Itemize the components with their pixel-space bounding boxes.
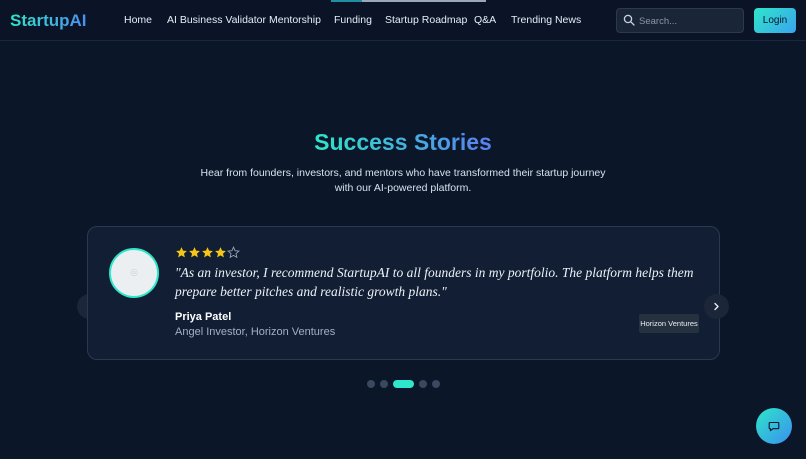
carousel-dot[interactable]: [367, 380, 375, 388]
chat-icon: [768, 421, 780, 432]
carousel-dot[interactable]: [432, 380, 440, 388]
carousel-next-button[interactable]: [704, 294, 729, 319]
nav-link-trending-news[interactable]: Trending News: [511, 14, 581, 26]
star-icon: [202, 247, 213, 258]
avatar-placeholder: ◎: [130, 267, 138, 277]
author-role: Angel Investor, Horizon Ventures: [175, 326, 336, 338]
brand-logo[interactable]: StartupAI: [10, 11, 87, 31]
nav-link-funding[interactable]: Funding: [334, 14, 372, 26]
carousel-dot[interactable]: [380, 380, 388, 388]
nav-link-startup-roadmap[interactable]: Startup Roadmap: [385, 14, 467, 26]
chat-button[interactable]: [756, 408, 792, 444]
nav-link-qa[interactable]: Q&A: [474, 14, 496, 26]
nav-progress-accent: [331, 0, 486, 2]
login-button[interactable]: Login: [754, 8, 796, 33]
section-subtitle: Hear from founders, investors, and mento…: [200, 167, 606, 194]
testimonial-card: ◎ "As an investor, I recommend StartupAI…: [87, 226, 720, 360]
company-badge: Horizon Ventures: [639, 314, 699, 333]
carousel-dot[interactable]: [419, 380, 427, 388]
section-title: Success Stories: [314, 129, 492, 155]
avatar: ◎: [109, 248, 159, 298]
navbar: StartupAI Home AI Business Validator Men…: [0, 0, 806, 41]
nav-link-mentorship[interactable]: Mentorship: [269, 14, 321, 26]
carousel-dot-active[interactable]: [393, 380, 414, 388]
search-input[interactable]: [639, 12, 739, 30]
nav-link-ai-business-validator[interactable]: AI Business Validator: [167, 14, 266, 26]
star-icon: [176, 247, 187, 258]
search-icon: [623, 14, 635, 26]
testimonial-quote: "As an investor, I recommend StartupAI t…: [175, 265, 694, 299]
star-icon: [189, 247, 200, 258]
author-name: Priya Patel: [175, 311, 232, 323]
chevron-right-icon: [714, 302, 719, 311]
nav-link-home[interactable]: Home: [124, 14, 152, 26]
star-icon: [215, 247, 226, 258]
star-empty-icon: [227, 246, 240, 259]
search-box[interactable]: [616, 8, 744, 33]
